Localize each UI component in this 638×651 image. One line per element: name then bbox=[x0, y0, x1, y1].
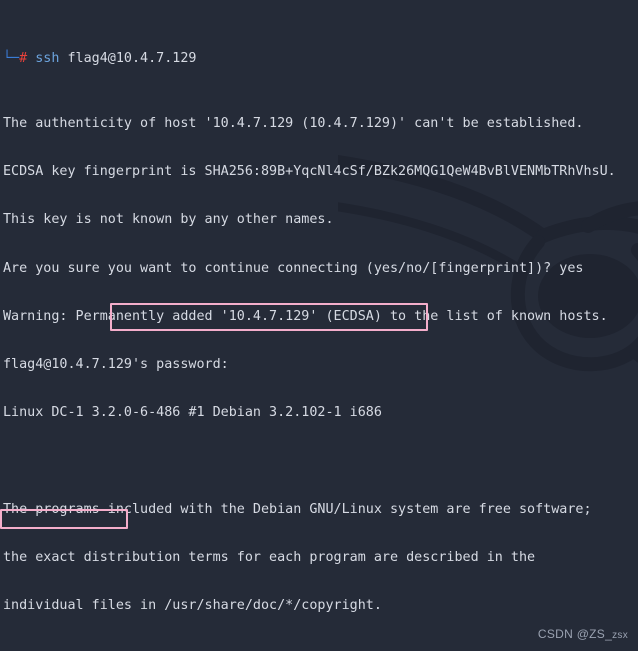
root-sigil: # bbox=[19, 51, 28, 67]
output-line: Are you sure you want to continue connec… bbox=[3, 260, 584, 276]
watermark-site: CSDN @ZS_ bbox=[537, 626, 613, 641]
csdn-watermark: CSDN @ZS_zsx bbox=[538, 626, 628, 644]
output-line: flag4@10.4.7.129's password: bbox=[3, 357, 229, 373]
ssh-argument: flag4@10.4.7.129 bbox=[67, 51, 197, 67]
output-line: individual files in /usr/share/doc/*/cop… bbox=[3, 598, 382, 614]
output-line: the exact distribution terms for each pr… bbox=[3, 550, 536, 566]
output-line: The programs included with the Debian GN… bbox=[3, 501, 592, 517]
output-line: ECDSA key fingerprint is SHA256:89B+YqcN… bbox=[3, 163, 616, 179]
output-line: The authenticity of host '10.4.7.129 (10… bbox=[3, 115, 584, 131]
output-line: This key is not known by any other names… bbox=[3, 212, 334, 228]
ssh-program-name: ssh bbox=[35, 51, 60, 67]
prompt-corner-icon: └─ bbox=[3, 51, 20, 67]
prompt-line-ssh: └─# ssh flag4@10.4.7.129 bbox=[3, 51, 638, 67]
output-line: Warning: Permanently added '10.4.7.129' … bbox=[3, 308, 608, 324]
watermark-user-suffix: zsx bbox=[612, 629, 628, 641]
terminal-window[interactable]: └─# ssh flag4@10.4.7.129 The authenticit… bbox=[0, 0, 638, 651]
output-line: Linux DC-1 3.2.0-6-486 #1 Debian 3.2.102… bbox=[3, 405, 382, 421]
terminal-screen: └─# ssh flag4@10.4.7.129 The authenticit… bbox=[0, 0, 638, 651]
